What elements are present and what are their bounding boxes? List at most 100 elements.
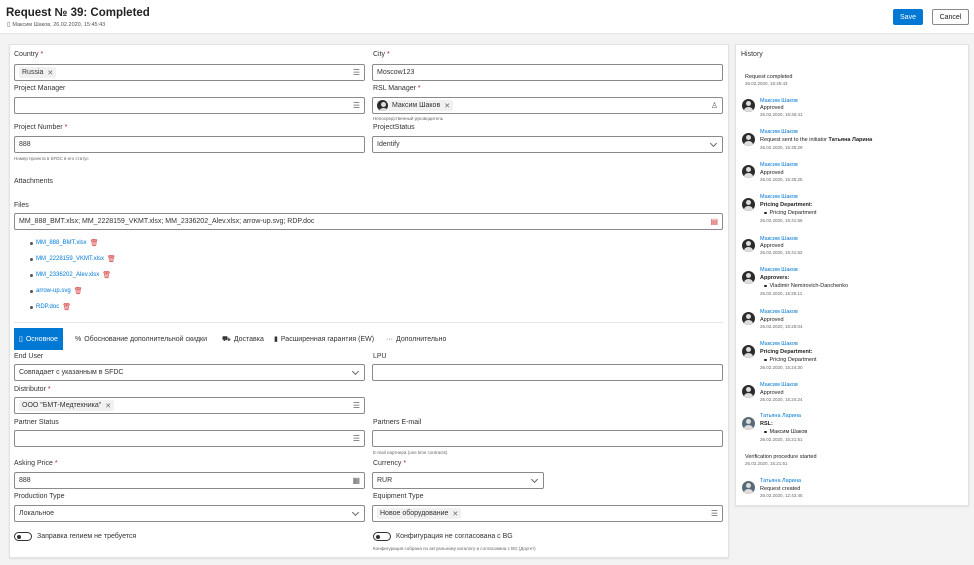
city-label: City *	[373, 51, 390, 58]
file-link[interactable]: MM_2336202_Alev.xlsx	[36, 272, 99, 278]
partners-email-label: Partners E-mail	[373, 419, 422, 426]
city-input[interactable]: Moscow123	[372, 64, 723, 81]
history-author[interactable]: Максим Шаков	[760, 194, 798, 200]
more-icon: ···	[386, 335, 393, 343]
tab-main[interactable]: ▯ Основное	[14, 328, 63, 350]
filter-list-icon[interactable]: ☰	[353, 402, 360, 410]
remove-icon[interactable]: ✕	[444, 102, 450, 110]
remove-icon[interactable]: ✕	[105, 402, 111, 410]
history-author[interactable]: Максим Шаков	[760, 162, 798, 168]
config-toggle-label: Конфигурация не согласована с BG	[396, 533, 513, 540]
tab-discount-justification[interactable]: % Обоснование дополнительной скидки	[75, 328, 207, 350]
bullet-icon	[764, 358, 767, 362]
calculator-icon[interactable]: ▦	[352, 477, 360, 485]
distributor-label: Distributor *	[14, 386, 51, 393]
history-author[interactable]: Татьяна Ларина	[760, 413, 801, 419]
tab-extended-warranty[interactable]: ▮ Расширенная гарантия (EW)	[274, 328, 374, 350]
tab-additional[interactable]: ··· Дополнительно	[386, 328, 446, 350]
avatar	[742, 271, 755, 284]
filter-list-icon[interactable]: ☰	[353, 69, 360, 77]
partners-email-hint: E-mail партнера (one time contracts)	[373, 450, 448, 455]
bullet-icon	[30, 273, 33, 277]
partners-email-input[interactable]	[372, 430, 723, 447]
divider	[14, 322, 723, 323]
production-type-dropdown[interactable]: Локальное	[14, 505, 365, 522]
helium-toggle-label: Заправка гелием не требуется	[37, 533, 137, 540]
helium-toggle[interactable]	[14, 532, 32, 541]
config-toggle-hint: Конфигурация собрана по актуальному ката…	[373, 546, 536, 551]
production-type-label: Production Type	[14, 493, 65, 500]
list-item: MM_2336202_Alev.xlsx 🗑	[30, 271, 111, 279]
history-text: RSL:	[760, 421, 773, 427]
list-item: Vladimir Nemirovich-Danchenko	[760, 283, 848, 289]
tab-delivery[interactable]: ⛟ Доставка	[222, 328, 264, 350]
history-author[interactable]: Максим Шаков	[760, 309, 798, 315]
project-status-dropdown[interactable]: Identify	[372, 136, 723, 153]
delete-icon[interactable]: 🗑	[74, 287, 83, 295]
history-date: 26.02.2020, 15:21:51	[745, 461, 788, 466]
delete-icon[interactable]: 🗑	[62, 303, 71, 311]
lpu-input[interactable]	[372, 364, 723, 381]
project-number-input[interactable]: 888	[14, 136, 365, 153]
history-author[interactable]: Максим Шаков	[760, 129, 798, 135]
end-user-label: End User	[14, 353, 44, 360]
end-user-dropdown[interactable]: Совпадает с указанным в SFDC	[14, 364, 365, 381]
project-manager-label: Project Manager	[14, 85, 66, 92]
document-icon: ▯	[19, 336, 23, 343]
file-link[interactable]: RDP.doc	[36, 304, 59, 310]
filter-list-icon[interactable]: ☰	[353, 102, 360, 110]
avatar	[742, 239, 755, 252]
files-input[interactable]: MM_888_BMT.xlsx; MM_2228159_VKMT.xlsx; M…	[14, 213, 723, 230]
avatar	[742, 481, 755, 494]
remove-icon[interactable]: ✕	[47, 69, 53, 77]
history-author[interactable]: Максим Шаков	[760, 267, 798, 273]
history-date: 26.02.2020, 15:41:52	[760, 250, 803, 255]
equipment-type-field[interactable]: Новое оборудование ✕ ☰	[372, 505, 723, 522]
distributor-chip: ООО "БМТ-Медтехника" ✕	[19, 400, 115, 411]
avatar	[742, 312, 755, 325]
partner-status-field[interactable]: ☰	[14, 430, 365, 447]
person-icon[interactable]: ♙	[711, 102, 718, 110]
files-label: Files	[14, 202, 29, 209]
file-link[interactable]: MM_2228159_VKMT.xlsx	[36, 256, 104, 262]
delete-icon[interactable]: 🗑	[102, 271, 111, 279]
list-item: Pricing Department	[760, 357, 817, 363]
filter-list-icon[interactable]: ☰	[711, 510, 718, 518]
remove-icon[interactable]: ✕	[452, 510, 458, 518]
history-author[interactable]: Татьяна Ларина	[760, 478, 801, 484]
asking-price-label: Asking Price *	[14, 460, 58, 467]
truck-icon: ⛟	[222, 335, 231, 343]
chevron-down-icon	[351, 367, 360, 376]
history-date: 26.02.2020, 15:25:04	[760, 324, 803, 329]
history-author[interactable]: Максим Шаков	[760, 236, 798, 242]
cancel-button[interactable]: Cancel	[932, 9, 969, 25]
avatar	[742, 385, 755, 398]
distributor-field[interactable]: ООО "БМТ-Медтехника" ✕ ☰	[14, 397, 365, 414]
history-author[interactable]: Максим Шаков	[760, 98, 798, 104]
bullet-icon	[764, 430, 767, 434]
page-subtitle: ▯ Максим Шаков, 26.02.2020, 15:45:43	[7, 21, 106, 29]
delete-icon[interactable]: 🗑	[107, 255, 116, 263]
file-icon[interactable]: ▤	[710, 218, 718, 226]
avatar	[742, 198, 755, 211]
rsl-manager-field[interactable]: Максим Шаков ✕ ♙	[372, 97, 723, 114]
country-field[interactable]: Russia ✕ ☰	[14, 64, 365, 81]
history-date: 26.02.2020, 15:45:43	[745, 81, 788, 86]
document-icon: ▯	[7, 22, 11, 28]
equipment-type-chip: Новое оборудование ✕	[377, 508, 462, 519]
history-author[interactable]: Максим Шаков	[760, 341, 798, 347]
delete-icon[interactable]: 🗑	[90, 239, 99, 247]
history-author[interactable]: Максим Шаков	[760, 382, 798, 388]
percent-icon: %	[75, 335, 82, 343]
currency-dropdown[interactable]: RUR	[372, 472, 544, 489]
history-text: Approved	[760, 243, 784, 249]
rsl-manager-label: RSL Manager *	[373, 85, 421, 92]
asking-price-input[interactable]: 888 ▦	[14, 472, 365, 489]
project-manager-field[interactable]: ☰	[14, 97, 365, 114]
file-link[interactable]: MM_888_BMT.xlsx	[36, 240, 87, 246]
history-text: Pricing Department:	[760, 202, 813, 208]
save-button[interactable]: Save	[893, 9, 923, 25]
file-link[interactable]: arrow-up.svg	[36, 288, 71, 294]
filter-list-icon[interactable]: ☰	[353, 435, 360, 443]
config-toggle[interactable]	[373, 532, 391, 541]
